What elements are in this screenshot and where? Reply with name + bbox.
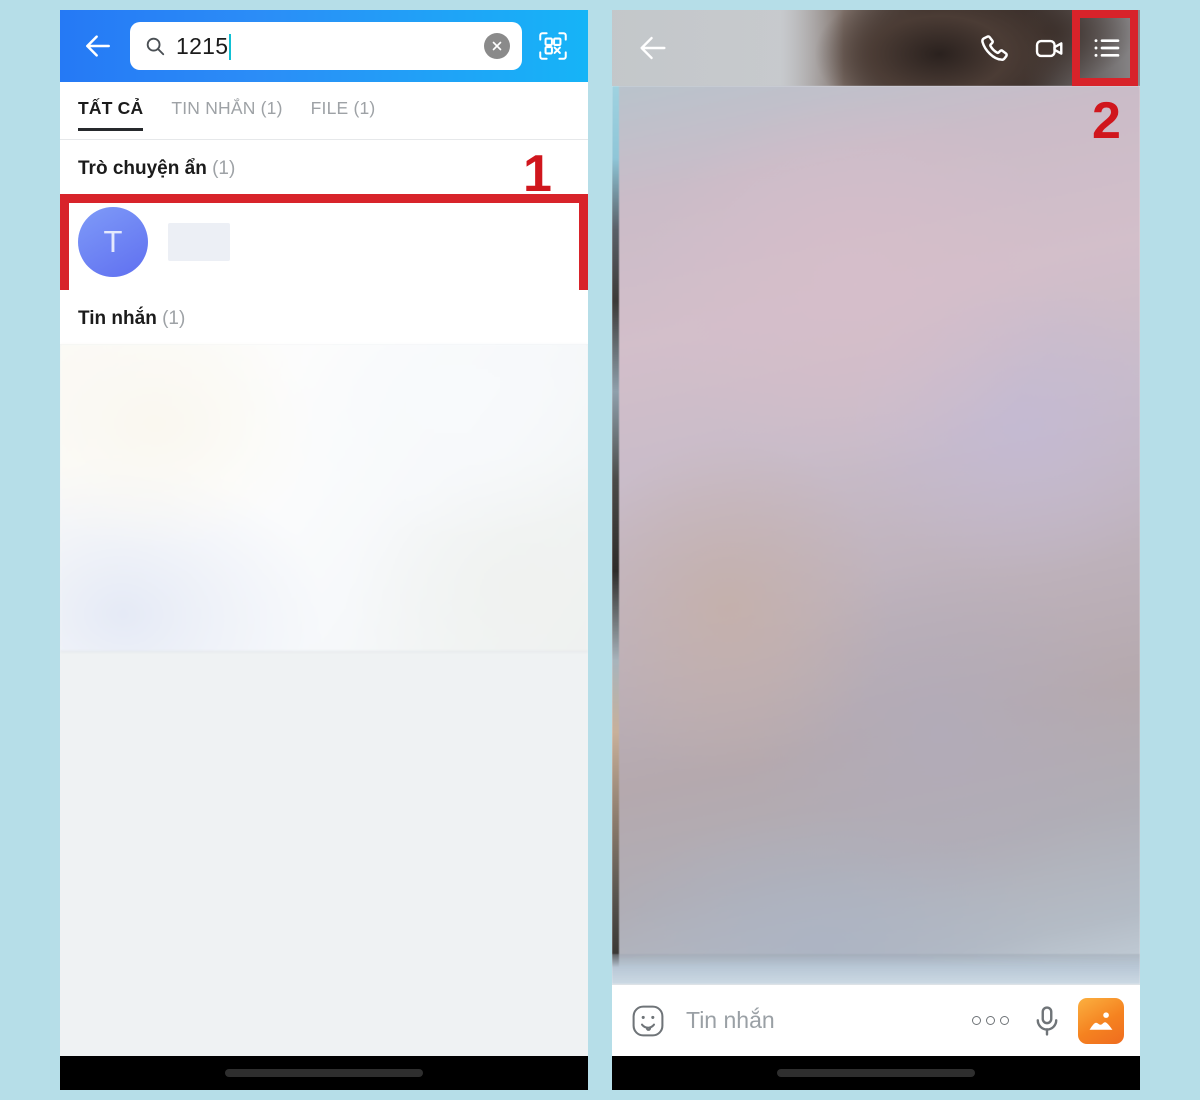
left-phone-screen: 1215 TẤT CẢ TIN NHẮN (1) FILE (1) Trò ch… [60, 10, 588, 1090]
avatar: T [78, 207, 148, 277]
section-count-messages: (1) [162, 308, 186, 329]
dot-2 [985, 1016, 995, 1025]
right-phone-screen: Tin nhắn [612, 10, 1140, 1090]
search-input[interactable]: 1215 [130, 22, 522, 70]
section-title-messages: Tin nhắn [78, 308, 157, 329]
system-nav-bar-left [60, 1056, 588, 1090]
clear-search-icon[interactable] [484, 33, 510, 59]
hidden-chat-result-row[interactable]: T [60, 194, 588, 290]
search-header: 1215 [60, 10, 588, 82]
back-arrow-icon[interactable] [76, 24, 120, 68]
search-result-tabs: TẤT CẢ TIN NHẮN (1) FILE (1) [60, 82, 588, 140]
home-indicator[interactable] [225, 1069, 423, 1077]
avatar-initial: T [103, 224, 123, 259]
tab-messages[interactable]: TIN NHẮN (1) [171, 98, 282, 129]
section-title-hidden-chats: Trò chuyện ẩn [78, 158, 207, 179]
dot-1 [971, 1016, 981, 1025]
section-header-messages: Tin nhắn (1) [60, 290, 588, 344]
dot-3 [999, 1016, 1009, 1025]
message-result-blurred[interactable] [60, 344, 588, 652]
microphone-icon[interactable] [1022, 1004, 1072, 1038]
chat-body-edge-strip [612, 86, 619, 984]
qr-scan-icon[interactable] [532, 25, 574, 67]
tab-all[interactable]: TẤT CẢ [78, 98, 144, 131]
contact-name-redacted [168, 223, 230, 261]
search-icon [144, 35, 166, 57]
system-nav-bar-right [612, 1056, 1140, 1090]
section-count-hidden-chats: (1) [212, 158, 236, 179]
tab-files[interactable]: FILE (1) [311, 98, 376, 129]
annotation-number-1: 1 [523, 145, 552, 203]
text-caret [229, 33, 232, 60]
three-dots-icon[interactable] [964, 1016, 1016, 1025]
home-indicator[interactable] [777, 1069, 975, 1077]
chat-message-area-blurred[interactable] [612, 86, 1140, 984]
chat-body-bottom-band [612, 954, 1140, 984]
phone-call-icon[interactable] [966, 23, 1022, 73]
message-input-placeholder[interactable]: Tin nhắn [672, 1007, 958, 1034]
hidden-chat-result-wrapper: T [60, 194, 588, 304]
annotation-number-2: 2 [1092, 92, 1121, 150]
video-call-icon[interactable] [1022, 23, 1078, 73]
smiley-sticker-icon[interactable] [630, 1003, 666, 1039]
section-header-hidden-chats: Trò chuyện ẩn (1) [60, 140, 588, 194]
image-gallery-icon[interactable] [1078, 997, 1124, 1044]
message-input-bar: Tin nhắn [612, 984, 1140, 1056]
chat-header [612, 10, 1140, 86]
empty-results-area [60, 652, 588, 1056]
back-arrow-icon[interactable] [630, 25, 676, 71]
search-input-value: 1215 [176, 33, 474, 60]
chat-menu-button[interactable] [1078, 23, 1134, 73]
